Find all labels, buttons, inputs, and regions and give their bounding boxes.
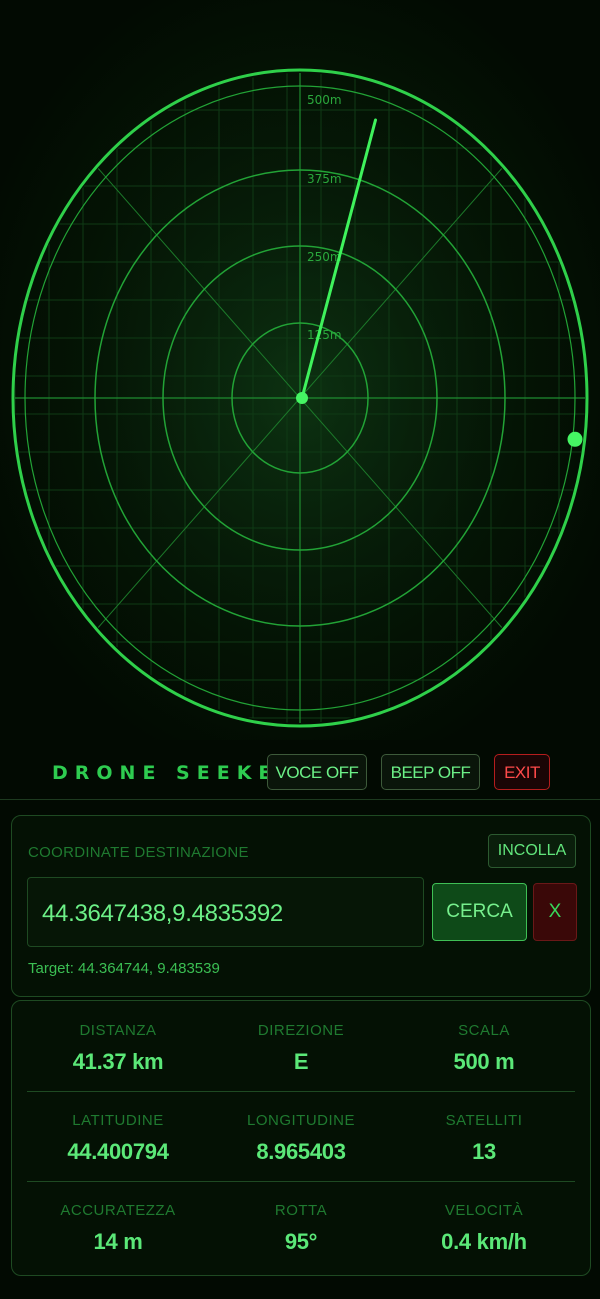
- scale-label-125: 125m: [307, 328, 342, 342]
- stat-satellites: SATELLITI 13: [393, 1091, 575, 1181]
- scale-label-500: 500m: [307, 93, 342, 107]
- paste-button[interactable]: INCOLLA: [488, 834, 576, 868]
- stat-label: DIREZIONE: [257, 1022, 345, 1039]
- stat-scale: SCALA 500 m: [393, 1001, 575, 1091]
- beep-toggle-button[interactable]: BEEP OFF: [381, 754, 480, 790]
- stat-distance: DISTANZA 41.37 km: [27, 1001, 209, 1091]
- coordinates-label: COORDINATE DESTINAZIONE: [28, 844, 249, 861]
- radar-scope: 500m 375m 250m 125m: [11, 68, 589, 728]
- scale-label-250: 250m: [307, 250, 342, 264]
- voice-toggle-button[interactable]: VOCE OFF: [267, 754, 367, 790]
- stat-accuracy: ACCURATEZZA 14 m: [27, 1181, 209, 1271]
- stat-direction: DIREZIONE E: [210, 1001, 392, 1091]
- stats-row: ACCURATEZZA 14 m ROTTA 95° VELOCITÀ 0.4 …: [27, 1181, 575, 1271]
- stat-label: SATELLITI: [445, 1112, 523, 1129]
- stat-value: E: [293, 1049, 309, 1074]
- stats-row: LATITUDINE 44.400794 LONGITUDINE 8.96540…: [27, 1091, 575, 1181]
- radar-center-dot: [296, 392, 308, 404]
- app-title: DRONE SEEKER: [52, 762, 301, 784]
- header-bar: DRONE SEEKER VOCE OFF BEEP OFF EXIT: [0, 750, 600, 798]
- coordinates-panel: COORDINATE DESTINAZIONE INCOLLA 44.36474…: [11, 815, 591, 997]
- stat-value: 95°: [284, 1229, 318, 1254]
- stat-label: LATITUDINE: [72, 1112, 164, 1129]
- stat-label: DISTANZA: [79, 1022, 157, 1039]
- stat-heading: ROTTA 95°: [210, 1181, 392, 1271]
- stat-label: ROTTA: [274, 1202, 328, 1219]
- coordinates-input-value: 44.3647438,9.4835392: [42, 900, 283, 927]
- stat-value: 41.37 km: [72, 1049, 164, 1074]
- stat-value: 8.965403: [256, 1139, 346, 1164]
- radar-display: 500m 375m 250m 125m: [0, 0, 600, 740]
- stat-label: LONGITUDINE: [246, 1112, 355, 1129]
- stat-value: 44.400794: [67, 1139, 169, 1164]
- search-button[interactable]: CERCA: [432, 883, 527, 941]
- target-marker: [567, 431, 583, 447]
- scale-label-375: 375m: [307, 172, 342, 186]
- stat-longitude: LONGITUDINE 8.965403: [210, 1091, 392, 1181]
- stat-label: ACCURATEZZA: [60, 1202, 176, 1219]
- stats-panel: DISTANZA 41.37 km DIREZIONE E SCALA 500 …: [11, 1000, 591, 1276]
- target-readout: Target: 44.364744, 9.483539: [28, 960, 220, 977]
- stat-label: SCALA: [458, 1022, 510, 1039]
- stat-label: VELOCITÀ: [444, 1202, 524, 1219]
- header-divider: [0, 799, 600, 800]
- coordinates-input[interactable]: 44.3647438,9.4835392: [27, 877, 424, 947]
- stat-value: 13: [472, 1139, 496, 1164]
- stats-row: DISTANZA 41.37 km DIREZIONE E SCALA 500 …: [27, 1001, 575, 1091]
- stat-value: 500 m: [453, 1049, 515, 1074]
- stat-latitude: LATITUDINE 44.400794: [27, 1091, 209, 1181]
- exit-button[interactable]: EXIT: [494, 754, 550, 790]
- stat-value: 0.4 km/h: [441, 1229, 527, 1254]
- stat-value: 14 m: [93, 1229, 143, 1254]
- clear-button[interactable]: X: [533, 883, 577, 941]
- stat-speed: VELOCITÀ 0.4 km/h: [393, 1181, 575, 1271]
